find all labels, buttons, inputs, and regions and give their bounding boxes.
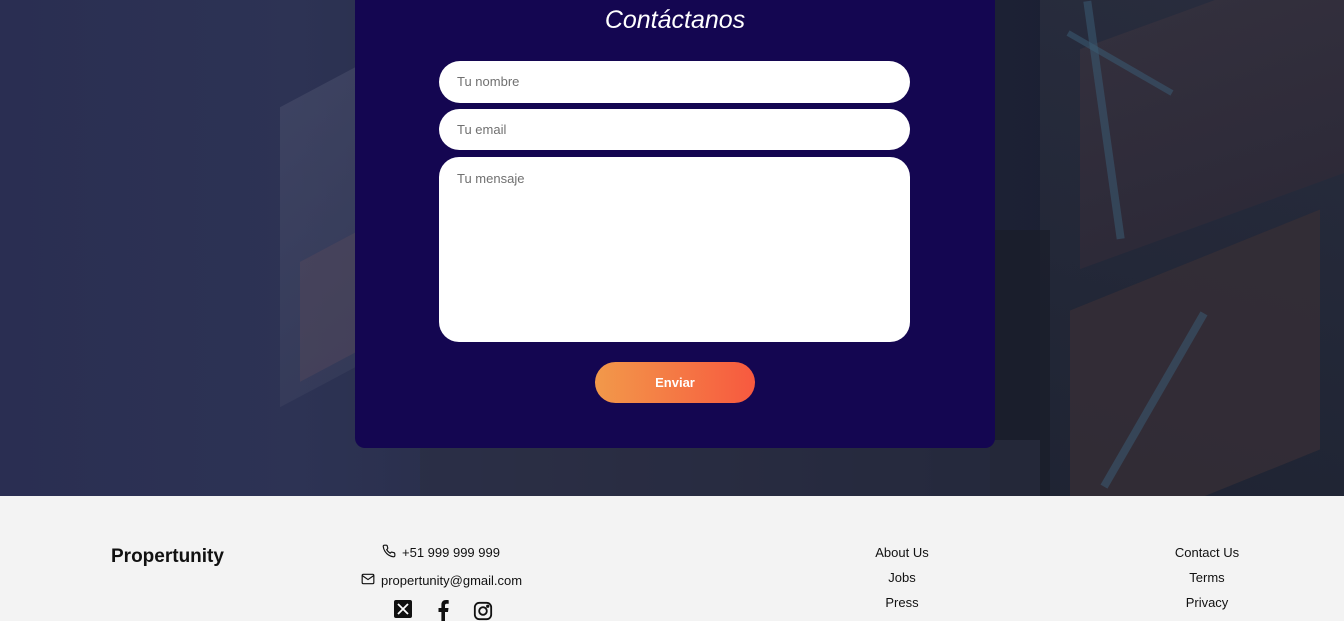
message-placeholder: Tu mensaje <box>457 171 525 186</box>
footer-link-privacy[interactable]: Privacy <box>1160 595 1254 620</box>
name-placeholder: Tu nombre <box>457 74 520 89</box>
footer-link-press[interactable]: Press <box>862 595 942 620</box>
contact-form-card: Contáctanos Tu nombre Tu email Tu mensaj… <box>355 0 995 448</box>
email-placeholder: Tu email <box>457 122 507 137</box>
social-links <box>393 600 493 621</box>
phone-icon <box>382 544 396 561</box>
footer-link-contact[interactable]: Contact Us <box>1160 545 1254 570</box>
email-text: propertunity@gmail.com <box>381 573 523 588</box>
footer-link-about[interactable]: About Us <box>862 545 942 570</box>
footer-phone[interactable]: +51 999 999 999 <box>382 544 500 561</box>
contact-title: Contáctanos <box>604 6 746 34</box>
footer-brand: Propertunity <box>111 546 224 567</box>
footer-email[interactable]: propertunity@gmail.com <box>361 573 522 588</box>
mail-icon <box>361 573 375 588</box>
footer-link-jobs[interactable]: Jobs <box>862 570 942 595</box>
footer-links-col2: Contact Us Terms Privacy <box>1160 545 1254 620</box>
phone-text: +51 999 999 999 <box>402 545 500 560</box>
name-input[interactable]: Tu nombre <box>439 61 910 103</box>
footer: Propertunity +51 999 999 999 propertunit… <box>0 496 1344 621</box>
message-textarea[interactable]: Tu mensaje <box>439 157 910 342</box>
instagram-icon[interactable] <box>473 600 493 621</box>
footer-link-terms[interactable]: Terms <box>1160 570 1254 595</box>
footer-links-col1: About Us Jobs Press <box>862 545 942 620</box>
facebook-icon[interactable] <box>433 600 453 621</box>
submit-button[interactable]: Enviar <box>595 362 755 403</box>
email-input[interactable]: Tu email <box>439 109 910 150</box>
x-icon[interactable] <box>393 600 413 621</box>
